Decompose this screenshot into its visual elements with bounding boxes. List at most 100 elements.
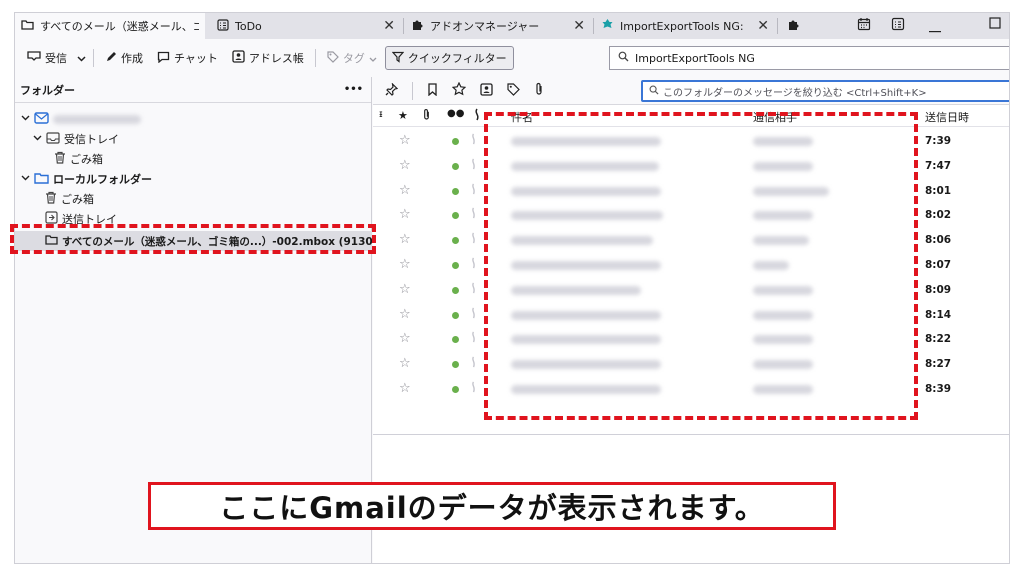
subject-column-header[interactable]: 件名 xyxy=(511,109,533,125)
star-icon[interactable]: ☆ xyxy=(399,331,411,346)
folder-sent[interactable]: 送信トレイ xyxy=(45,209,117,229)
junk-icon[interactable] xyxy=(469,158,478,173)
tab-all-mail[interactable]: すべてのメール（迷惑メール、ゴ xyxy=(15,13,205,39)
unread-dot-icon[interactable] xyxy=(452,212,459,220)
date-cell: 8:06 xyxy=(925,234,952,247)
date-column-header[interactable]: 送信日時 xyxy=(925,109,969,125)
message-filter-input[interactable]: このフォルダーのメッセージを絞り込む <Ctrl+Shift+K> xyxy=(641,80,1009,102)
get-mail-dropdown[interactable] xyxy=(75,49,88,68)
junk-column-icon[interactable] xyxy=(473,108,481,124)
table-row[interactable]: ☆ 8:27 xyxy=(373,352,1009,377)
junk-icon[interactable] xyxy=(469,257,478,272)
chevron-down-icon[interactable] xyxy=(20,174,30,184)
junk-icon[interactable] xyxy=(469,381,478,396)
folder-local-folders[interactable]: ローカルフォルダー xyxy=(20,169,152,189)
unread-dot-icon[interactable] xyxy=(452,336,459,344)
star-icon[interactable]: ☆ xyxy=(399,257,411,272)
tab-importexporttools[interactable]: ImportExportTools NG: ✕ xyxy=(595,13,775,39)
more-options-icon[interactable]: ••• xyxy=(344,84,363,95)
close-icon[interactable]: ✕ xyxy=(757,18,769,34)
unread-dot-icon[interactable] xyxy=(452,162,459,170)
unread-dot-icon[interactable] xyxy=(452,286,459,294)
tag-button[interactable]: タグ xyxy=(321,47,383,69)
global-search-input[interactable]: ImportExportTools NG xyxy=(609,46,1009,70)
junk-icon[interactable] xyxy=(469,356,478,371)
junk-icon[interactable] xyxy=(469,331,478,346)
junk-icon[interactable] xyxy=(469,183,478,198)
unread-dot-icon[interactable] xyxy=(452,311,459,319)
thread-column-icon[interactable]: ᵻ xyxy=(379,109,383,120)
tasks-icon[interactable] xyxy=(891,17,905,35)
table-row[interactable]: ☆ 8:09 xyxy=(373,278,1009,303)
unread-dot-icon[interactable] xyxy=(452,237,459,245)
contact-filter-icon[interactable] xyxy=(480,82,493,99)
star-icon[interactable]: ☆ xyxy=(399,158,411,173)
table-row[interactable]: ☆ 8:22 xyxy=(373,327,1009,352)
table-row[interactable]: ☆ 8:01 xyxy=(373,179,1009,204)
table-row[interactable]: ☆ 8:07 xyxy=(373,253,1009,278)
junk-icon[interactable] xyxy=(469,307,478,322)
annotation-caption: ここにGmailのデータが表示されます。 xyxy=(148,482,836,530)
unread-dot-icon[interactable] xyxy=(452,262,459,269)
address-book-button[interactable]: アドレス帳 xyxy=(226,47,310,69)
star-icon[interactable]: ☆ xyxy=(399,183,411,198)
quick-filter-label: クイックフィルター xyxy=(407,52,507,65)
chevron-down-icon[interactable] xyxy=(20,114,30,124)
junk-icon[interactable] xyxy=(469,232,478,247)
minimize-icon[interactable] xyxy=(929,22,941,37)
star-icon[interactable] xyxy=(451,81,467,99)
folder-trash[interactable]: ごみ箱 xyxy=(54,149,103,169)
star-icon[interactable]: ☆ xyxy=(399,356,411,371)
tab-bar: すべてのメール（迷惑メール、ゴ ToDo ✕ アドオンマネージャー ✕ Impo… xyxy=(15,13,1009,39)
correspondent-cell-blurred xyxy=(753,186,829,196)
tab-addon-manager[interactable]: アドオンマネージャー ✕ xyxy=(405,13,591,39)
folder-imported-mbox[interactable]: すべてのメール（迷惑メール、ゴミ箱の...）-002.mbox (9130) xyxy=(15,231,378,251)
get-mail-button[interactable]: 受信 xyxy=(21,47,73,69)
star-column-icon[interactable]: ★ xyxy=(398,109,408,122)
maximize-icon[interactable] xyxy=(989,17,1001,33)
table-row[interactable]: ☆ 7:47 xyxy=(373,154,1009,179)
star-icon[interactable]: ☆ xyxy=(399,207,411,222)
correspondent-column-header[interactable]: 通信相手 xyxy=(753,109,797,125)
star-icon[interactable]: ☆ xyxy=(399,282,411,297)
junk-icon[interactable] xyxy=(469,282,478,297)
account-row[interactable] xyxy=(20,109,141,129)
star-icon[interactable]: ☆ xyxy=(399,133,411,148)
attachment-icon[interactable] xyxy=(534,82,544,99)
unread-dot-icon[interactable] xyxy=(452,138,459,145)
tag-icon[interactable] xyxy=(507,82,520,99)
folder-local-trash[interactable]: ごみ箱 xyxy=(45,189,94,209)
calendar-icon[interactable] xyxy=(857,17,871,35)
unread-dot-icon[interactable] xyxy=(452,187,459,195)
junk-icon[interactable] xyxy=(469,207,478,222)
unread-dot-icon[interactable] xyxy=(452,386,459,393)
table-row[interactable]: ☆ 8:02 xyxy=(373,203,1009,228)
table-row[interactable]: ☆ 8:39 xyxy=(373,377,1009,402)
table-row[interactable]: ☆ 8:06 xyxy=(373,228,1009,253)
junk-icon[interactable] xyxy=(469,133,478,148)
star-icon[interactable]: ☆ xyxy=(399,232,411,247)
star-icon[interactable]: ☆ xyxy=(399,381,411,396)
table-row[interactable]: ☆ 7:39 xyxy=(373,129,1009,154)
pane-splitter[interactable] xyxy=(373,434,1009,435)
table-row[interactable]: ☆ 8:14 xyxy=(373,303,1009,328)
date-cell: 8:22 xyxy=(925,333,952,346)
folder-inbox[interactable]: 受信トレイ xyxy=(32,129,119,149)
close-icon[interactable]: ✕ xyxy=(573,18,585,34)
attachment-column-icon[interactable] xyxy=(422,108,431,124)
task-list-icon xyxy=(217,18,229,34)
correspondent-cell-blurred xyxy=(753,236,809,246)
chat-button[interactable]: チャット xyxy=(151,47,224,69)
read-column-icon[interactable]: ●● xyxy=(447,108,464,119)
chevron-down-icon xyxy=(369,52,377,65)
close-icon[interactable]: ✕ xyxy=(383,18,395,34)
pin-icon[interactable] xyxy=(385,81,399,99)
unread-dot-icon[interactable] xyxy=(452,361,459,369)
star-icon[interactable]: ☆ xyxy=(399,307,411,322)
quick-filter-button[interactable]: クイックフィルター xyxy=(384,46,514,70)
tab-todo[interactable]: ToDo ✕ xyxy=(211,13,401,39)
tab-addon[interactable] xyxy=(781,13,811,39)
write-button[interactable]: 作成 xyxy=(99,47,149,69)
chevron-down-icon[interactable] xyxy=(32,134,42,144)
unread-filter-icon[interactable] xyxy=(427,82,438,99)
